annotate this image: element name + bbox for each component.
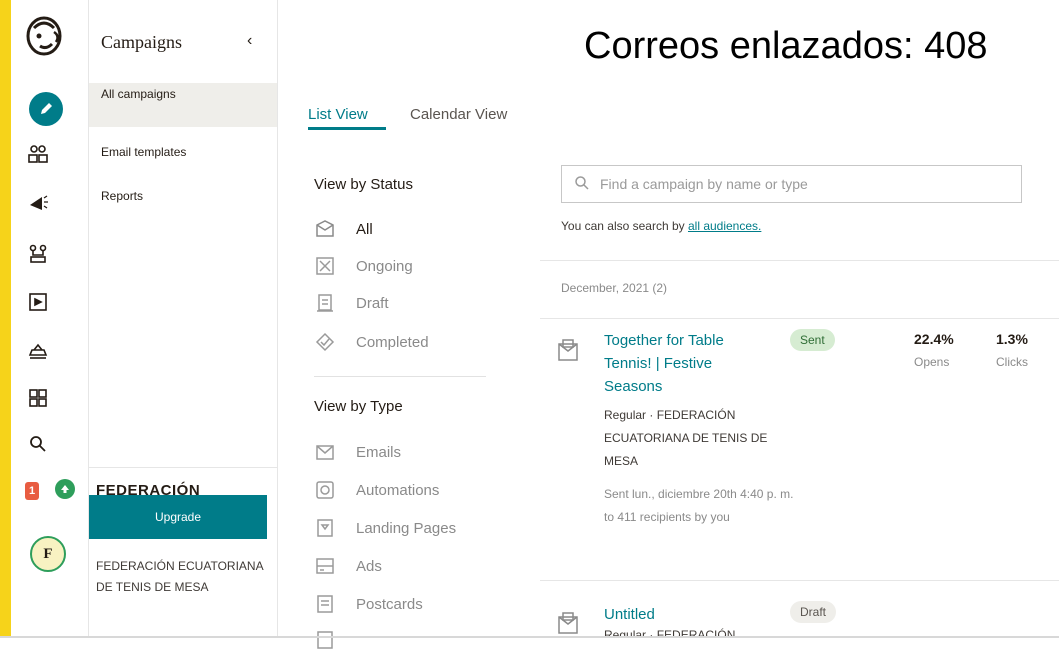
filter-landing-pages[interactable]: Landing Pages [314,516,456,540]
website-icon[interactable] [26,290,50,314]
subnav-item-email-templates[interactable]: Email templates [89,141,277,185]
postcard-icon [314,593,336,615]
upgrade-arrow-icon[interactable] [55,479,75,499]
filter-automations[interactable]: Automations [314,478,439,502]
collapse-chevron-icon[interactable]: ‹ [247,32,252,50]
email-campaign-icon [557,338,579,362]
search-hint: You can also search by all audiences. [561,219,762,233]
type-heading: View by Type [314,398,403,415]
divider [540,260,1059,261]
campaign-sent-info: Sent lun., diciembre 20th 4:40 p. m. to … [604,487,794,524]
campaign-search-input[interactable]: Find a campaign by name or type [561,165,1022,203]
filter-social-post-partial[interactable] [314,628,356,652]
landing-page-icon [314,517,336,539]
all-audiences-link[interactable]: all audiences. [688,219,761,233]
campaign-meta: Regular · FEDERACIÓN [604,628,736,636]
completed-check-icon [314,331,336,353]
subnav-title: Campaigns [101,32,182,52]
campaign-title-link[interactable]: Together for Table Tennis! | Festive Sea… [604,329,764,398]
filter-divider [314,376,486,377]
linked-emails-heading: Correos enlazados: 408 [584,25,988,67]
opens-label: Opens [914,355,950,369]
opens-value: 22.4% [914,331,954,347]
search-icon [574,175,590,194]
org-block: FEDERACIÓN ECUATORIANA DE TENIS DE MESA … [89,467,277,594]
brand-accent-bar [0,0,11,638]
status-heading: View by Status [314,176,413,193]
search-icon[interactable] [26,432,50,456]
upgrade-button[interactable]: Upgrade [89,495,267,539]
status-badge-draft: Draft [790,601,837,623]
filter-all[interactable]: All [314,217,373,241]
active-tab-indicator [308,127,386,130]
content-icon[interactable] [26,338,50,362]
automations-icon[interactable] [26,242,50,266]
subnav-item-all-campaigns[interactable]: All campaigns [89,83,277,127]
all-campaigns-icon [314,218,336,240]
filter-ads[interactable]: Ads [314,554,382,578]
audience-icon[interactable] [26,142,50,166]
clicks-label: Clicks [996,355,1028,369]
group-date: December, 2021 (2) [561,281,668,295]
create-pencil-icon[interactable] [29,92,63,126]
filter-ongoing[interactable]: Ongoing [314,254,413,278]
campaigns-megaphone-icon[interactable] [26,190,50,214]
avatar[interactable]: F [30,536,66,572]
icon-rail: 1 F [11,0,89,636]
email-campaign-icon [557,611,579,635]
status-badge-sent: Sent [790,329,835,351]
automation-icon [314,479,336,501]
draft-icon [314,292,336,314]
filter-postcards[interactable]: Postcards [314,592,423,616]
tab-list-view[interactable]: List View [308,106,368,123]
filter-completed[interactable]: Completed [314,330,429,354]
mailchimp-logo-icon[interactable] [24,14,64,58]
org-name-small: FEDERACIÓN ECUATORIANA DE TENIS DE MESA [96,559,263,594]
campaign-meta: Regular · FEDERACIÓN ECUATORIANA DE TENI… [604,408,768,468]
integrations-grid-icon[interactable] [26,386,50,410]
tab-calendar-view[interactable]: Calendar View [410,106,507,123]
clicks-value: 1.3% [996,331,1028,347]
notification-badge[interactable]: 1 [25,482,39,500]
filter-emails[interactable]: Emails [314,440,401,464]
ongoing-icon [314,255,336,277]
campaigns-subnav: Campaigns ‹ All campaigns Email template… [89,0,278,636]
email-envelope-icon [314,441,336,463]
social-icon [314,629,336,651]
campaign-title-link[interactable]: Untitled [604,603,764,626]
subnav-item-reports[interactable]: Reports [89,185,277,229]
filter-draft[interactable]: Draft [314,291,389,315]
divider [540,318,1059,319]
ads-icon [314,555,336,577]
divider [540,580,1059,581]
